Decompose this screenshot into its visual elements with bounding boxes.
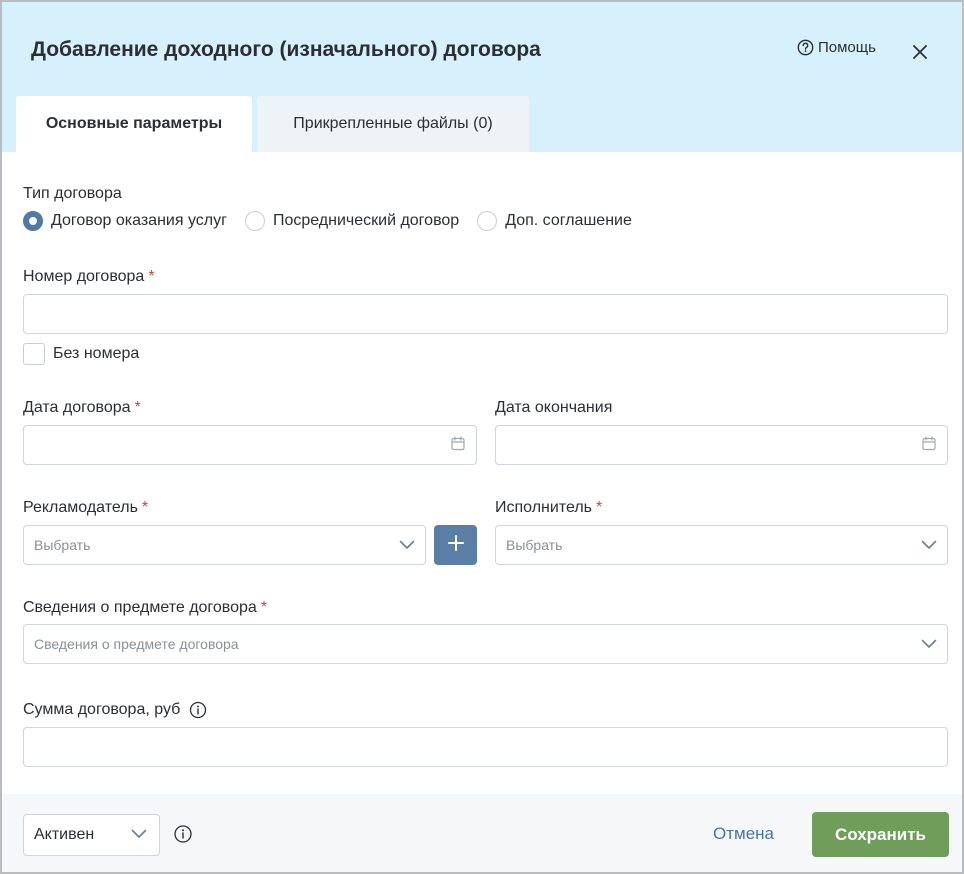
info-circle-icon[interactable]	[189, 701, 207, 719]
radio-checked-icon	[23, 211, 43, 231]
amount-input[interactable]	[23, 727, 948, 767]
status-info-icon[interactable]	[173, 824, 193, 849]
advertiser-label-text: Рекламодатель	[23, 499, 138, 516]
save-button[interactable]: Сохранить	[812, 812, 949, 857]
contract-number-input[interactable]	[23, 294, 948, 334]
contract-number-label-text: Номер договора	[23, 268, 145, 285]
subject-label-text: Сведения о предмете договора	[23, 599, 257, 616]
dialog-title: Добавление доходного (изначального) дого…	[31, 38, 541, 61]
contract-type-label: Тип договора	[23, 185, 122, 202]
radio-label: Доп. соглашение	[505, 212, 632, 229]
radio-unchecked-icon	[477, 211, 498, 231]
end-date-label: Дата окончания	[495, 399, 613, 416]
tab-label: Основные параметры	[45, 115, 223, 132]
required-mark: *	[148, 268, 155, 285]
no-number-label: Без номера	[53, 345, 140, 362]
radio-label: Договор оказания услуг	[51, 212, 227, 229]
tab-main-params[interactable]: Основные параметры	[16, 96, 252, 152]
calendar-icon[interactable]	[921, 436, 937, 455]
dialog-header: Добавление доходного (изначального) дого…	[2, 2, 962, 152]
radio-service-contract[interactable]: Договор оказания услуг	[23, 211, 227, 231]
advertiser-label: Рекламодатель *	[23, 499, 148, 517]
advertiser-select[interactable]: Выбрать	[23, 525, 426, 565]
executor-label: Исполнитель *	[495, 499, 602, 517]
required-mark: *	[141, 499, 149, 516]
advertiser-placeholder: Выбрать	[34, 537, 91, 553]
radio-label: Посреднический договор	[272, 212, 460, 229]
help-label: Помощь	[818, 39, 876, 56]
radio-unchecked-icon	[244, 211, 265, 231]
contract-date-input[interactable]	[23, 425, 477, 465]
contract-type-radio-group: Договор оказания услуг Посреднический до…	[23, 211, 650, 231]
contract-number-label: Номер договора *	[23, 268, 155, 286]
no-number-checkbox[interactable]: Без номера	[23, 343, 139, 365]
contract-date-label: Дата договора *	[23, 399, 141, 417]
chevron-down-icon	[921, 537, 937, 553]
executor-select[interactable]: Выбрать	[495, 525, 948, 565]
chevron-down-icon	[399, 537, 415, 553]
question-circle-icon	[797, 39, 814, 56]
status-value: Активен	[34, 826, 95, 843]
calendar-icon[interactable]	[450, 436, 466, 455]
chevron-down-icon	[921, 636, 937, 652]
executor-placeholder: Выбрать	[506, 537, 563, 553]
help-link[interactable]: Помощь	[797, 39, 876, 56]
amount-label: Сумма договора, руб	[23, 701, 207, 719]
subject-select[interactable]: Сведения о предмете договора	[23, 624, 948, 664]
close-button[interactable]	[908, 40, 932, 64]
tab-label: Прикрепленные файлы (0)	[293, 115, 493, 132]
executor-label-text: Исполнитель	[495, 499, 593, 516]
add-advertiser-button[interactable]	[434, 525, 477, 565]
amount-label-text: Сумма договора, руб	[23, 701, 181, 718]
status-select[interactable]: Активен	[23, 814, 160, 856]
cancel-button[interactable]: Отмена	[713, 824, 774, 844]
radio-agency-contract[interactable]: Посреднический договор	[244, 211, 460, 231]
checkbox-icon	[23, 343, 45, 365]
close-icon	[908, 45, 932, 68]
end-date-input[interactable]	[495, 425, 948, 465]
required-mark: *	[134, 399, 141, 416]
radio-supplementary-agreement[interactable]: Доп. соглашение	[477, 211, 632, 231]
tab-attached-files[interactable]: Прикрепленные файлы (0)	[257, 96, 529, 152]
subject-label: Сведения о предмете договора *	[23, 599, 267, 617]
contract-date-label-text: Дата договора	[23, 399, 131, 416]
add-contract-dialog: Добавление доходного (изначального) дого…	[0, 0, 964, 874]
required-mark: *	[260, 599, 268, 616]
subject-placeholder: Сведения о предмете договора	[34, 636, 239, 652]
chevron-down-icon	[131, 826, 147, 844]
required-mark: *	[596, 499, 603, 516]
plus-icon	[447, 534, 465, 557]
